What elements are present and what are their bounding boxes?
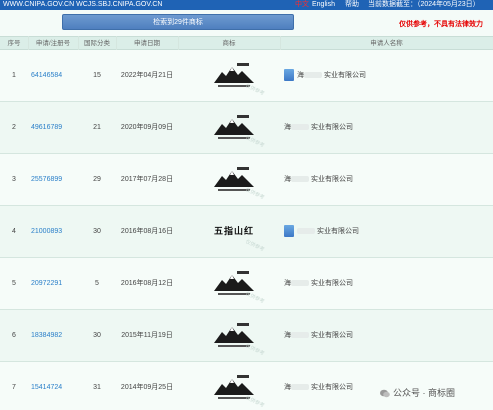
table-row: 1 64146584 15 2022年04月21日 仅供参考海实业有限公司 bbox=[0, 50, 493, 102]
cell-reg-no-link[interactable]: 64146584 bbox=[31, 50, 78, 102]
applicant-prefix: 海 bbox=[284, 176, 291, 183]
cell-class: 29 bbox=[93, 176, 101, 183]
header-index: 序号 bbox=[7, 40, 21, 47]
cell-reg-no-link[interactable]: 18384982 bbox=[31, 310, 78, 362]
table-row: 6 18384982 30 2015年11月19日 仅供参考海实业有限公司 bbox=[0, 310, 493, 362]
data-deadline: 当前数据截至：（2024年05月23日） bbox=[368, 1, 480, 8]
applicant-suffix: 实业有限公司 bbox=[311, 384, 353, 391]
lang-chinese-link[interactable]: 中文 bbox=[295, 0, 309, 10]
cell-date: 2016年08月12日 bbox=[120, 280, 174, 287]
header-trademark: 商标 bbox=[222, 40, 236, 47]
redacted-text bbox=[291, 384, 309, 391]
cell-reg-no-link[interactable]: 15414724 bbox=[31, 362, 78, 410]
cell-date: 2020年09月09日 bbox=[120, 124, 174, 131]
cell-index: 7 bbox=[12, 384, 16, 391]
cell-applicant: 海 实业有限公司 bbox=[284, 102, 484, 154]
cell-date: 2016年08月16日 bbox=[120, 228, 174, 235]
trademark-text-logo[interactable]: 五指山红 bbox=[208, 206, 260, 258]
lang-english-link[interactable]: English bbox=[312, 0, 335, 10]
cell-applicant: 海 实业有限公司 bbox=[284, 258, 484, 310]
applicant-prefix: 海 bbox=[284, 332, 291, 339]
cell-reg-no-link[interactable]: 21000893 bbox=[31, 206, 78, 258]
header-applicant: 申请人名称 bbox=[370, 40, 403, 47]
header-date: 申请日期 bbox=[134, 40, 160, 47]
cell-class: 30 bbox=[93, 228, 101, 235]
cell-applicant: 海 实业有限公司 bbox=[284, 154, 484, 206]
applicant-suffix: 实业有限公司 bbox=[324, 72, 366, 79]
cell-applicant: 海 实业有限公司 bbox=[284, 50, 484, 102]
cell-class: 21 bbox=[93, 124, 101, 131]
wechat-watermark: 公众号 · 商标圈 bbox=[380, 386, 455, 399]
cell-date: 2022年04月21日 bbox=[120, 72, 174, 79]
cell-applicant: 海 实业有限公司 bbox=[284, 310, 484, 362]
cell-class: 5 bbox=[95, 280, 99, 287]
cell-index: 5 bbox=[12, 280, 16, 287]
help-link[interactable]: 帮助 bbox=[345, 0, 359, 10]
applicant-prefix: 海 bbox=[297, 72, 304, 79]
redacted-text bbox=[304, 72, 322, 79]
applicant-suffix: 实业有限公司 bbox=[311, 280, 353, 287]
applicant-prefix: 海 bbox=[284, 384, 291, 391]
redacted-text bbox=[291, 124, 309, 131]
table-row: 3 25576899 29 2017年07月28日 仅供参考海实业有限公司 bbox=[0, 154, 493, 206]
cell-reg-no-link[interactable]: 20972291 bbox=[31, 258, 78, 310]
wechat-label: 公众号 · 商标圈 bbox=[393, 388, 455, 398]
table-row: 5 20972291 5 2016年08月12日 仅供参考海实业有限公司 bbox=[0, 258, 493, 310]
applicant-prefix: 海 bbox=[284, 124, 291, 131]
search-result-bar: 检索到29件商标 仅供参考，不具有法律效力 bbox=[0, 10, 493, 36]
cell-index: 2 bbox=[12, 124, 16, 131]
cell-index: 3 bbox=[12, 176, 16, 183]
applicant-suffix: 实业有限公司 bbox=[311, 176, 353, 183]
header-reg-no: 申请/注册号 bbox=[35, 40, 71, 47]
cell-reg-no-link[interactable]: 25576899 bbox=[31, 154, 78, 206]
redacted-text bbox=[297, 228, 315, 235]
cell-class: 31 bbox=[93, 384, 101, 391]
table-row: 2 49616789 21 2020年09月09日 仅供参考海实业有限公司 bbox=[0, 102, 493, 154]
applicant-suffix: 实业有限公司 bbox=[311, 124, 353, 131]
cell-index: 1 bbox=[12, 72, 16, 79]
cell-class: 15 bbox=[93, 72, 101, 79]
site-urls[interactable]: WWW.CNIPA.GOV.CN WCJS.SBJ.CNIPA.GOV.CN bbox=[3, 0, 162, 10]
top-bar: WWW.CNIPA.GOV.CN WCJS.SBJ.CNIPA.GOV.CN 中… bbox=[0, 0, 493, 10]
cell-reg-no-link[interactable]: 49616789 bbox=[31, 102, 78, 154]
applicant-mark-icon bbox=[284, 69, 294, 82]
legal-notice: 仅供参考，不具有法律效力 bbox=[399, 21, 483, 28]
cell-date: 2017年07月28日 bbox=[120, 176, 174, 183]
redacted-text bbox=[291, 280, 309, 287]
trademark-table: 序号 申请/注册号 国际分类 申请日期 商标 申请人名称 1 64146584 15… bbox=[0, 36, 493, 410]
cell-date: 2015年11月19日 bbox=[121, 332, 173, 339]
cell-date: 2014年09月25日 bbox=[120, 384, 174, 391]
cell-index: 6 bbox=[12, 332, 16, 339]
applicant-mark-icon bbox=[284, 225, 294, 238]
applicant-prefix: 海 bbox=[284, 280, 291, 287]
table-header: 序号 申请/注册号 国际分类 申请日期 商标 申请人名称 bbox=[0, 36, 493, 50]
wechat-icon bbox=[380, 389, 390, 398]
table-row: 4 21000893 30 2016年08月16日 五指山红 仅供参考 实业有限公司 bbox=[0, 206, 493, 258]
header-class: 国际分类 bbox=[84, 40, 110, 47]
cell-class: 30 bbox=[93, 332, 101, 339]
applicant-suffix: 实业有限公司 bbox=[317, 228, 359, 235]
result-count-button[interactable]: 检索到29件商标 bbox=[62, 14, 294, 30]
applicant-suffix: 实业有限公司 bbox=[311, 332, 353, 339]
redacted-text bbox=[291, 332, 309, 339]
cell-index: 4 bbox=[12, 228, 16, 235]
cell-applicant: 实业有限公司 bbox=[284, 206, 484, 258]
redacted-text bbox=[291, 176, 309, 183]
